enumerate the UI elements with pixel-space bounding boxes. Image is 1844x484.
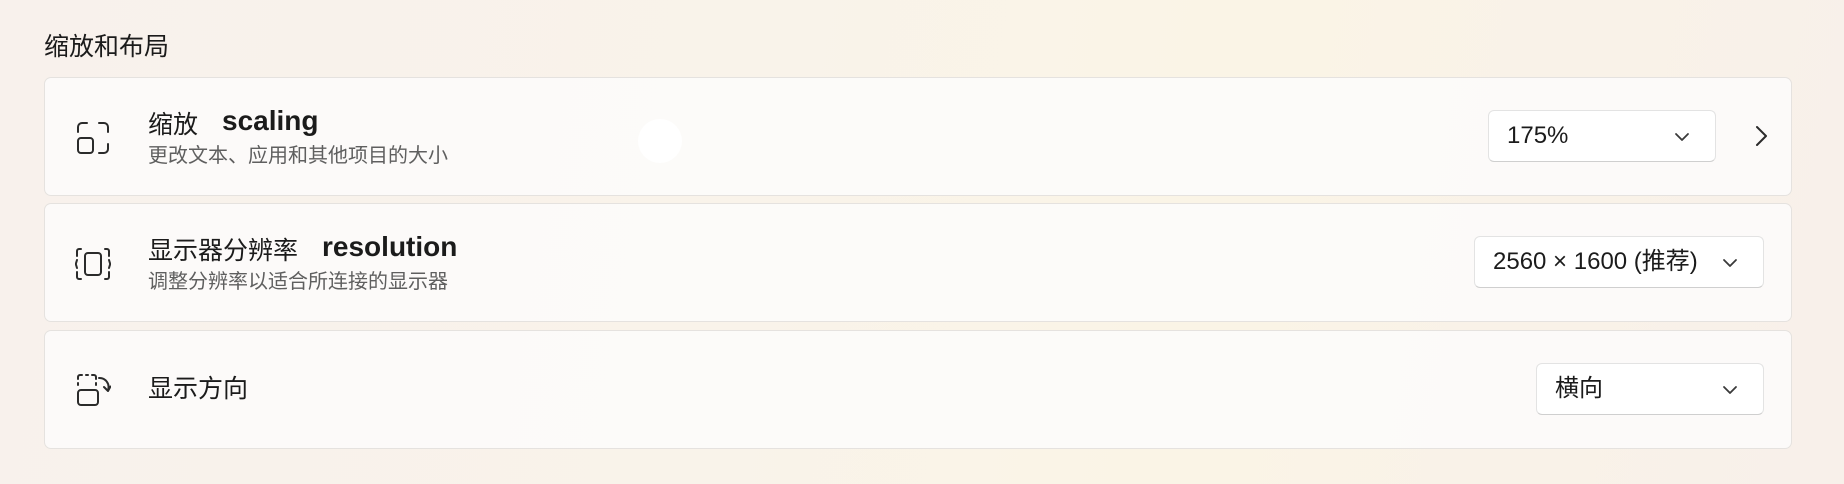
orientation-title-cn: 显示方向	[148, 374, 249, 403]
chevron-right-icon[interactable]	[1747, 122, 1775, 150]
scale-icon	[75, 120, 111, 156]
chevron-down-icon	[1723, 259, 1737, 267]
resolution-subtitle: 调整分辨率以适合所连接的显示器	[148, 269, 448, 293]
resolution-dropdown-value: 2560 × 1600 (推荐)	[1493, 248, 1698, 275]
chevron-down-icon	[1723, 386, 1737, 394]
chevron-down-icon	[1675, 133, 1689, 141]
resolution-dropdown[interactable]: 2560 × 1600 (推荐)	[1474, 236, 1764, 288]
resolution-title: 显示器分辨率 resolution	[148, 231, 458, 267]
orientation-title: 显示方向	[148, 373, 248, 405]
scale-setting-row[interactable]: 缩放 scaling 更改文本、应用和其他项目的大小 175%	[44, 77, 1792, 196]
resolution-title-cn: 显示器分辨率	[148, 236, 299, 265]
orientation-dropdown-value: 横向	[1555, 375, 1603, 402]
cursor-highlight	[638, 119, 682, 163]
rotate-icon	[75, 373, 111, 409]
resolution-title-en: resolution	[322, 231, 458, 262]
scale-title: 缩放 scaling	[148, 105, 319, 141]
scale-subtitle: 更改文本、应用和其他项目的大小	[148, 143, 448, 167]
resolution-setting-row: 显示器分辨率 resolution 调整分辨率以适合所连接的显示器 2560 × …	[44, 203, 1792, 322]
scale-title-en: scaling	[222, 105, 319, 136]
resolution-icon	[75, 246, 111, 282]
orientation-setting-row: 显示方向 横向	[44, 330, 1792, 449]
orientation-dropdown[interactable]: 横向	[1536, 363, 1764, 415]
section-title: 缩放和布局	[44, 32, 170, 61]
scale-dropdown-value: 175%	[1507, 122, 1569, 149]
scale-dropdown[interactable]: 175%	[1488, 110, 1716, 162]
scale-title-cn: 缩放	[148, 110, 199, 139]
